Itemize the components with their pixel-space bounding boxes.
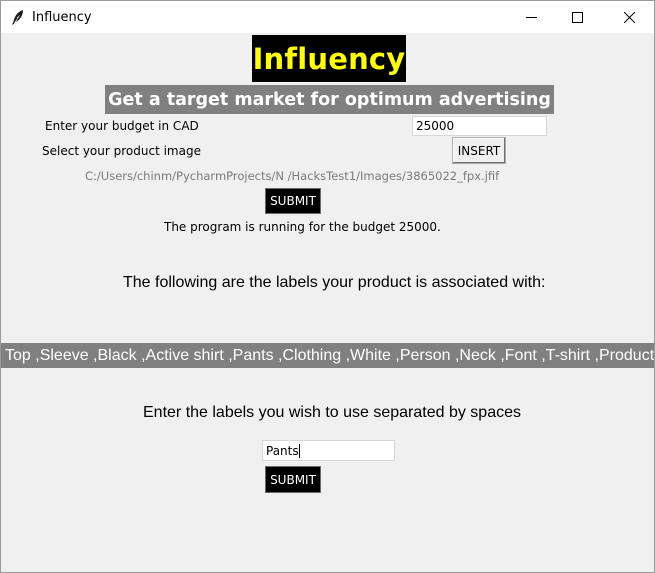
submit-labels-button[interactable]: SUBMIT bbox=[265, 466, 321, 493]
maximize-button[interactable] bbox=[554, 1, 600, 33]
labels-heading: The following are the labels your produc… bbox=[123, 274, 546, 291]
text-cursor bbox=[298, 443, 300, 458]
app-subtitle: Get a target market for optimum advertis… bbox=[105, 85, 554, 114]
feather-icon bbox=[12, 10, 23, 25]
labels-input[interactable]: Pants bbox=[262, 440, 395, 461]
minimize-button[interactable] bbox=[508, 1, 554, 33]
labels-input-value: Pants bbox=[266, 443, 299, 458]
product-labels-text: Top ,Sleeve ,Black ,Active shirt ,Pants … bbox=[5, 346, 654, 364]
insert-button[interactable]: INSERT bbox=[452, 137, 506, 164]
submit-budget-button[interactable]: SUBMIT bbox=[265, 188, 321, 214]
labels-prompt: Enter the labels you wish to use separat… bbox=[143, 404, 521, 421]
status-text: The program is running for the budget 25… bbox=[164, 220, 441, 234]
image-path-text: C:/Users/chinm/PycharmProjects/N /HacksT… bbox=[85, 169, 500, 183]
maximize-icon bbox=[571, 11, 583, 23]
window-title: Influency bbox=[32, 10, 92, 25]
minimize-icon bbox=[525, 16, 537, 18]
app-window: Influency Influency Get a target market … bbox=[0, 0, 655, 573]
budget-label: Enter your budget in CAD bbox=[45, 119, 199, 133]
product-labels-bar: Top ,Sleeve ,Black ,Active shirt ,Pants … bbox=[1, 343, 654, 368]
budget-input[interactable]: 25000 bbox=[412, 116, 547, 136]
product-image-label: Select your product image bbox=[42, 144, 201, 158]
close-icon bbox=[623, 11, 635, 23]
close-button[interactable] bbox=[606, 1, 652, 33]
app-logo: Influency bbox=[252, 35, 406, 82]
title-bar[interactable]: Influency bbox=[1, 1, 654, 33]
